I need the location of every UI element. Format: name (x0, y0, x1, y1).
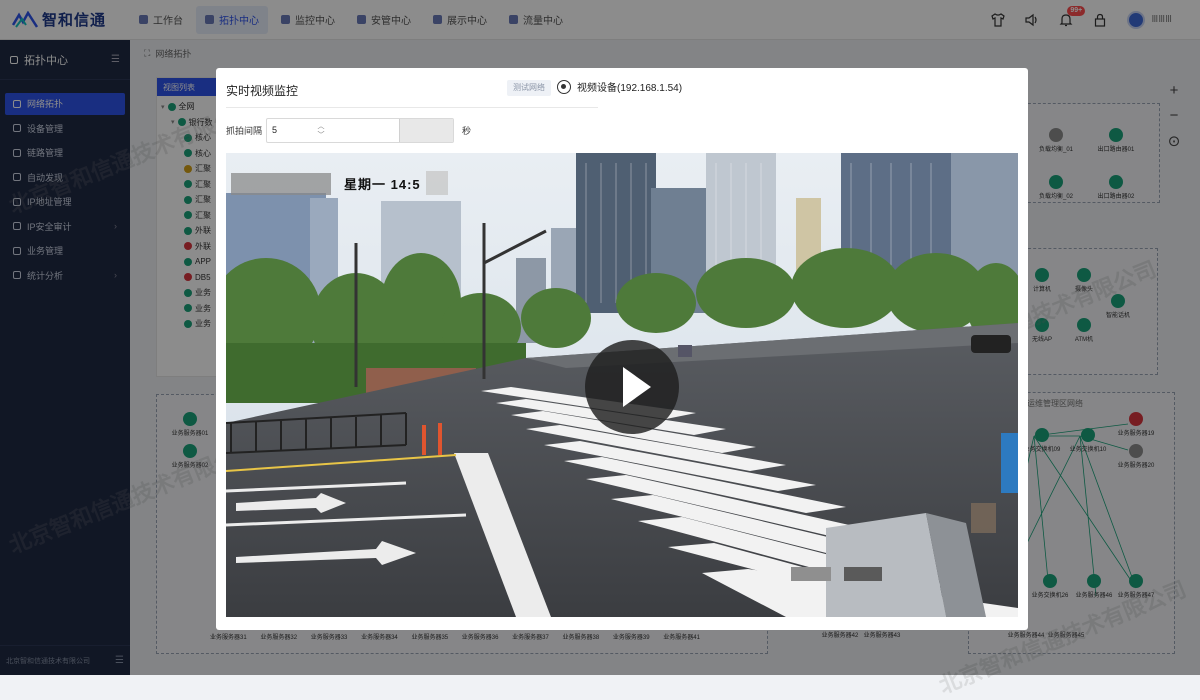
network-tag: 测试网络 (507, 80, 551, 96)
video-monitor-dialog: 实时视频监控 测试网络 视频设备(192.168.1.54) 抓拍间隔 5 ︿ … (216, 68, 1028, 630)
interval-input[interactable]: 5 (267, 119, 399, 142)
dialog-title: 实时视频监控 (226, 84, 299, 98)
interval-label: 抓拍间隔 (226, 126, 263, 136)
device-name: 视频设备(192.168.1.54) (577, 83, 683, 94)
play-icon[interactable] (585, 340, 679, 434)
title-divider (226, 107, 598, 108)
chevron-down-icon[interactable]: ﹀ (318, 131, 325, 140)
interval-unit: 秒 (462, 126, 472, 136)
video-player[interactable]: 星期一 14:5 (226, 153, 1018, 617)
device-info: 视频设备(192.168.1.54) (557, 79, 682, 94)
interval-stepper[interactable]: 5 ︿ ﹀ (266, 118, 455, 143)
stepper-addon (398, 119, 454, 142)
stepper-arrows: ︿ ﹀ (311, 119, 331, 142)
capture-interval: 抓拍间隔 5 ︿ ﹀ 秒 (226, 118, 471, 143)
video-timestamp: 星期一 14:5 (344, 177, 421, 192)
chevron-up-icon[interactable]: ︿ (318, 122, 325, 131)
camera-icon (557, 79, 571, 94)
